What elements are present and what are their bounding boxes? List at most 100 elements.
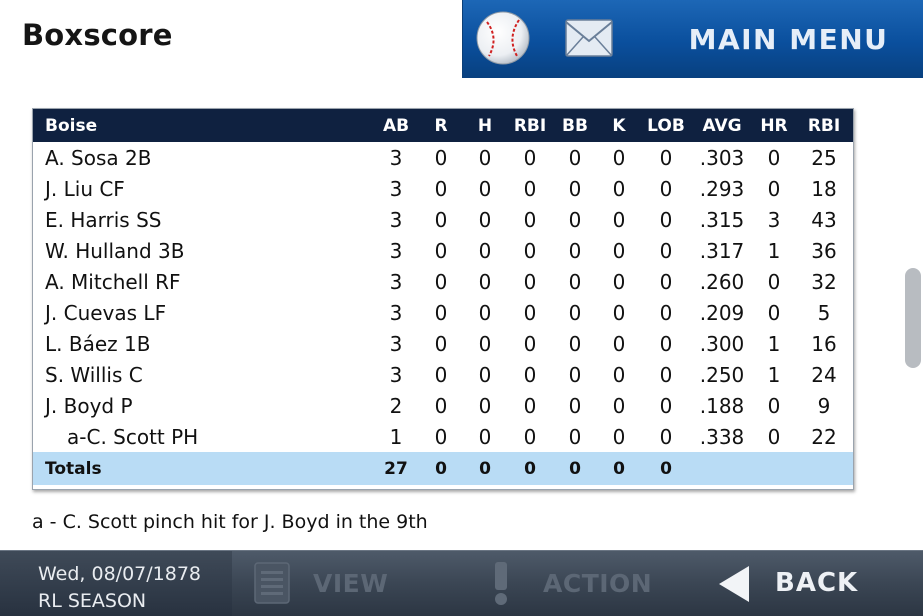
stat-cell: 5 [817,300,831,325]
player-row[interactable]: W. Hulland 3B 3 0 0 0 0 0 0 .317 1 36 [33,235,853,266]
stat-cell: 0 [659,238,673,263]
stat-cell: 3 [389,207,403,232]
stat-cell: 0 [434,331,448,356]
baseball-button[interactable] [475,10,531,66]
stat-cell: 0 [767,424,781,449]
stat-cell: 0 [568,238,582,263]
stat-cell: 0 [523,362,537,387]
totals-cell: 0 [569,458,581,479]
stat-cell: 1 [767,331,781,356]
back-button[interactable]: BACK [705,551,923,616]
view-label: VIEW [313,569,389,598]
totals-cell: 0 [479,458,491,479]
main-menu-button[interactable]: MAIN MENU [654,0,923,78]
stat-cell: 3 [389,176,403,201]
scrollbar-thumb[interactable] [905,268,921,368]
stat-cell: .303 [699,145,745,170]
totals-cell [691,452,753,485]
player-row[interactable]: S. Willis C 3 0 0 0 0 0 0 .250 1 24 [33,359,853,390]
stat-cell: 0 [659,393,673,418]
stat-cell: 0 [612,238,626,263]
stat-cell: .260 [699,269,745,294]
stat-cell: 1 [767,238,781,263]
stat-cell: .300 [699,331,745,356]
main-menu-label: MAIN MENU [688,22,889,56]
page-title: Boxscore [22,18,173,52]
player-name: J. Liu CF [45,176,125,201]
player-name: J. Boyd P [45,393,133,418]
stat-cell: 3 [389,238,403,263]
stat-cell: 25 [811,145,837,170]
stat-cell: 0 [523,176,537,201]
player-row[interactable]: E. Harris SS 3 0 0 0 0 0 0 .315 3 43 [33,204,853,235]
stat-cell: 0 [612,393,626,418]
column-header-r: R [434,115,448,136]
mail-button[interactable] [563,15,615,61]
exclamation-icon [495,562,507,605]
column-header-k: K [612,115,626,136]
stat-cell: 0 [478,145,492,170]
totals-row: Totals 27 0 0 0 0 0 0 [33,452,853,485]
player-row[interactable]: J. Liu CF 3 0 0 0 0 0 0 .293 0 18 [33,173,853,204]
column-header-hr: HR [760,115,788,136]
stat-cell: 3 [389,331,403,356]
stat-cell: 0 [659,362,673,387]
totals-cell: 0 [660,458,672,479]
stat-cell: 3 [767,207,781,232]
totals-cell: 0 [524,458,536,479]
stat-cell: 0 [523,269,537,294]
stat-cell: 0 [767,176,781,201]
player-name: L. Báez 1B [45,331,151,356]
stat-cell: 0 [659,207,673,232]
stat-cell: .317 [699,238,745,263]
player-name: A. Mitchell RF [45,269,181,294]
stat-cell: 32 [811,269,837,294]
player-row[interactable]: J. Cuevas LF 3 0 0 0 0 0 0 .209 0 5 [33,297,853,328]
stat-cell: 0 [568,176,582,201]
stat-cell: 2 [389,393,403,418]
stat-cell: 16 [811,331,837,356]
totals-cell [753,452,795,485]
stat-cell: 0 [523,238,537,263]
stat-cell: 3 [389,300,403,325]
stat-cell: .293 [699,176,745,201]
totals-cell [795,452,853,485]
stat-cell: 0 [767,393,781,418]
player-row[interactable]: A. Sosa 2B 3 0 0 0 0 0 0 .303 0 25 [33,142,853,173]
stat-cell: 0 [434,145,448,170]
stat-cell: 0 [659,300,673,325]
player-row[interactable]: J. Boyd P 2 0 0 0 0 0 0 .188 0 9 [33,390,853,421]
player-name: A. Sosa 2B [45,145,152,170]
player-name: W. Hulland 3B [45,238,185,263]
stat-cell: 0 [523,331,537,356]
stat-cell: 0 [434,362,448,387]
player-row[interactable]: L. Báez 1B 3 0 0 0 0 0 0 .300 1 16 [33,328,853,359]
stat-cell: 0 [568,424,582,449]
table-header-row: Boise AB R H RBI BB K LOB AVG HR RBI [33,109,853,142]
header-title-area: Boxscore [0,0,463,78]
stat-cell: 0 [568,393,582,418]
game-date: Wed, 08/07/1878 [38,563,202,585]
stat-cell: 36 [811,238,837,263]
stat-cell: 0 [478,269,492,294]
stat-cell: 0 [568,269,582,294]
stat-cell: 0 [659,331,673,356]
team-name-header: Boise [45,115,98,136]
action-button[interactable]: ACTION [475,551,705,616]
stat-cell: 22 [811,424,837,449]
stat-cell: 0 [523,207,537,232]
stat-cell: 0 [478,424,492,449]
view-button[interactable]: VIEW [235,551,475,616]
stat-cell: 0 [612,362,626,387]
stat-cell: 0 [659,145,673,170]
player-row[interactable]: a-C. Scott PH 1 0 0 0 0 0 0 .338 0 22 [33,421,853,452]
stat-cell: 0 [434,238,448,263]
stat-cell: 3 [389,145,403,170]
stat-cell: 0 [612,145,626,170]
stat-cell: 0 [767,300,781,325]
stat-cell: 0 [568,145,582,170]
game-date-info: Wed, 08/07/1878 RL SEASON [0,551,232,616]
stat-cell: 0 [767,145,781,170]
column-header-bb: BB [562,115,588,136]
player-row[interactable]: A. Mitchell RF 3 0 0 0 0 0 0 .260 0 32 [33,266,853,297]
